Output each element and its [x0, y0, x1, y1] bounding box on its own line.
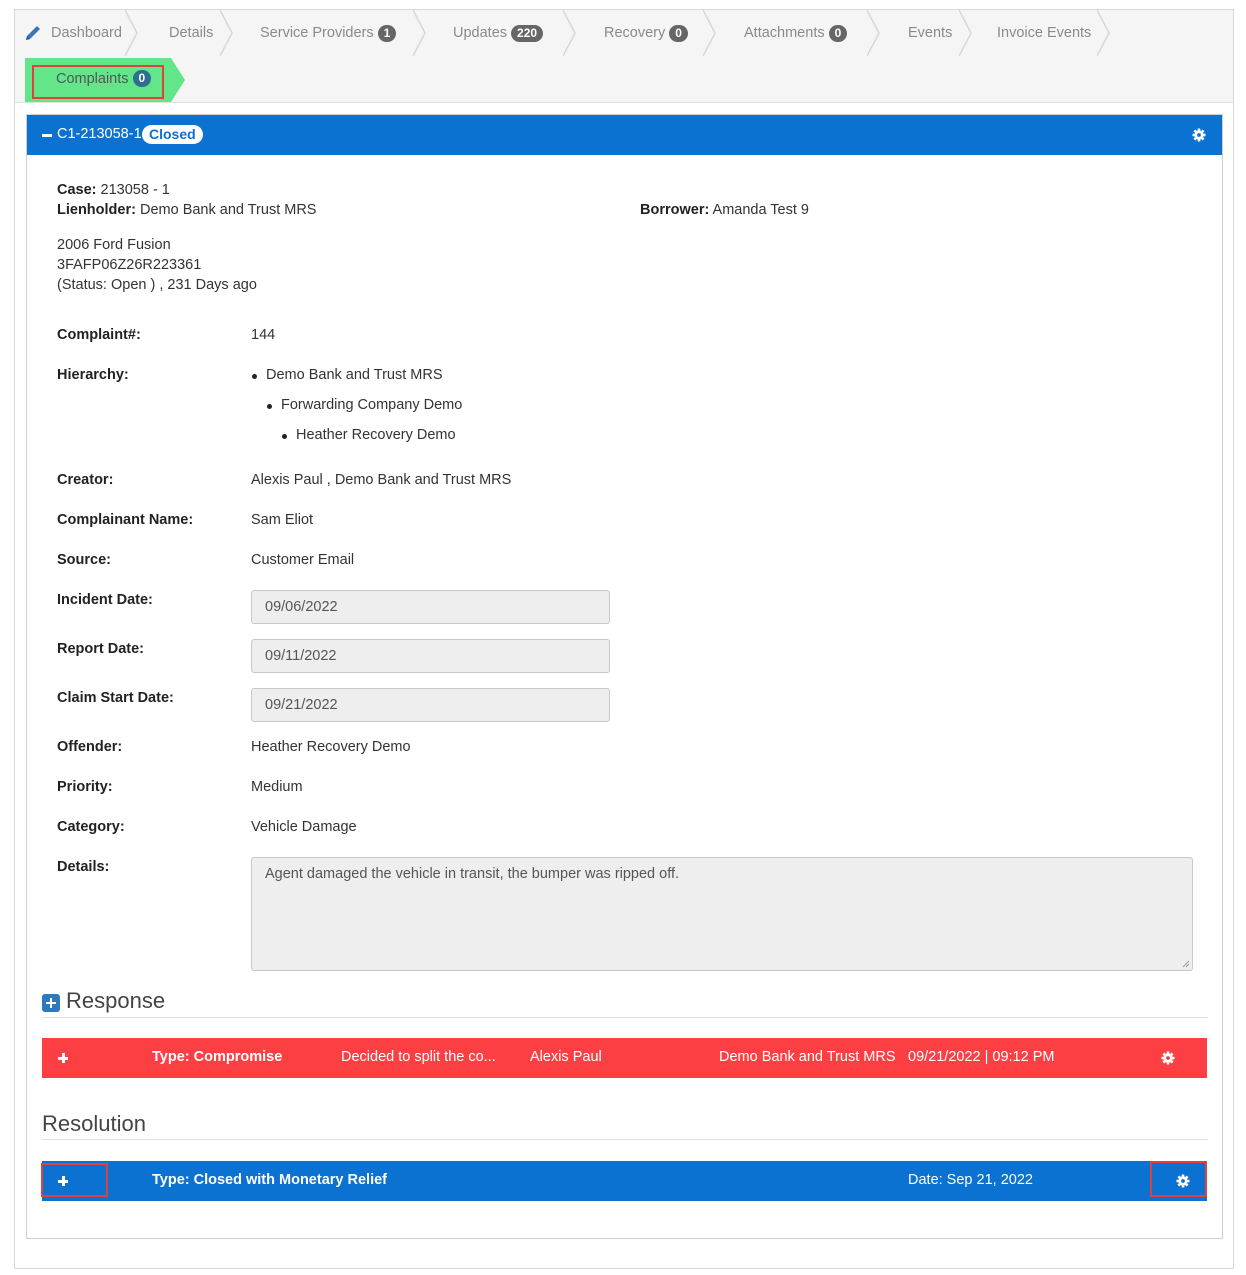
highlight-box — [41, 1163, 108, 1197]
tab-bar: Dashboard Details Service Providers 1 Up… — [15, 10, 1233, 103]
tab-updates-label: Updates — [453, 25, 508, 41]
tab-updates[interactable]: Updates 220 — [425, 10, 576, 56]
borrower-value: Amanda Test 9 — [712, 202, 809, 218]
vin-text: 3FAFP06Z26R223361 — [57, 257, 202, 273]
category-value: Vehicle Damage — [251, 819, 357, 835]
vehicle-text: 2006 Ford Fusion — [57, 237, 171, 253]
response-user: Alexis Paul — [530, 1049, 602, 1065]
creator-value: Alexis Paul , Demo Bank and Trust MRS — [251, 472, 512, 488]
tab-recovery-label: Recovery — [604, 25, 666, 41]
tab-badge: 1 — [377, 24, 397, 42]
divider — [42, 1017, 1208, 1018]
source-label: Source: — [57, 552, 111, 568]
case-label: Case: — [57, 182, 97, 198]
complaint-number-label: Complaint#: — [57, 327, 141, 343]
tab-dashboard[interactable]: Dashboard — [15, 10, 138, 56]
hierarchy-item: Heather Recovery Demo — [281, 427, 462, 457]
response-heading: Response — [66, 988, 166, 1013]
expand-response-icon[interactable] — [42, 994, 60, 1012]
resize-handle-icon[interactable] — [1182, 960, 1190, 968]
category-label: Category: — [57, 819, 125, 835]
collapse-icon[interactable] — [42, 134, 52, 137]
creator-label: Creator: — [57, 472, 114, 488]
case-line: Case: 213058 - 1 — [57, 182, 170, 198]
lienholder-line: Lienholder: Demo Bank and Trust MRS — [57, 202, 316, 218]
lienholder-value: Demo Bank and Trust MRS — [139, 202, 317, 218]
hierarchy-item: Forwarding Company Demo — [266, 397, 462, 427]
claim-start-date-field[interactable]: 09/21/2022 — [251, 688, 610, 722]
lienholder-label: Lienholder: — [57, 202, 136, 218]
complaint-panel: C1-213058-1 Closed Case: 213058 - 1 Lien… — [26, 114, 1223, 1239]
tab-recovery[interactable]: Recovery 0 — [575, 10, 716, 56]
details-label: Details: — [57, 859, 110, 875]
gear-icon[interactable] — [1161, 1051, 1175, 1065]
resolution-heading: Resolution — [42, 1111, 146, 1136]
response-type: Type: Compromise — [152, 1049, 283, 1065]
claim-start-date-label: Claim Start Date: — [57, 690, 174, 706]
source-value: Customer Email — [251, 552, 355, 568]
tab-details[interactable]: Details — [137, 10, 233, 56]
resolution-row[interactable]: Type: Closed with Monetary Relief Date: … — [41, 1161, 1207, 1201]
status-badge: Closed — [142, 125, 203, 144]
hierarchy-label: Hierarchy: — [57, 367, 129, 383]
case-status-text: (Status: Open ) , 231 Days ago — [57, 277, 257, 293]
borrower-line: Borrower: Amanda Test 9 — [640, 202, 809, 218]
complainant-label: Complainant Name: — [57, 512, 194, 528]
page-frame: Dashboard Details Service Providers 1 Up… — [14, 9, 1234, 1269]
tab-separator — [1097, 10, 1110, 56]
response-summary: Decided to split the co... — [341, 1049, 496, 1065]
tab-attachments-label: Attachments — [744, 25, 825, 41]
case-value: 213058 - 1 — [100, 182, 170, 198]
details-text: Agent damaged the vehicle in transit, th… — [265, 866, 680, 882]
tab-badge: 0 — [828, 24, 848, 42]
tab-badge: 0 — [132, 70, 152, 87]
pencil-icon — [23, 23, 43, 43]
highlight-box — [1150, 1161, 1207, 1197]
tab-complaints-label: Complaints — [56, 70, 129, 87]
borrower-label: Borrower: — [640, 202, 710, 218]
tab-events[interactable]: Events — [879, 10, 972, 56]
divider — [42, 1139, 1208, 1140]
tab-complaints-label-group: Complaints 0 — [56, 70, 152, 87]
tab-complaints[interactable]: Complaints 0 — [25, 58, 185, 102]
tab-service-providers-label: Service Providers — [260, 25, 374, 41]
tab-details-label: Details — [169, 25, 214, 41]
tab-dashboard-label: Dashboard — [51, 25, 122, 41]
hierarchy-item: Demo Bank and Trust MRS — [251, 367, 462, 397]
tab-events-label: Events — [908, 25, 953, 41]
expand-row-icon[interactable] — [58, 1053, 68, 1063]
offender-label: Offender: — [57, 739, 123, 755]
tab-attachments[interactable]: Attachments 0 — [715, 10, 880, 56]
tab-badge: 220 — [511, 24, 544, 42]
report-date-field[interactable]: 09/11/2022 — [251, 639, 610, 673]
complaint-number: 144 — [251, 327, 276, 343]
priority-label: Priority: — [57, 779, 113, 795]
complainant-value: Sam Eliot — [251, 512, 314, 528]
incident-date-field[interactable]: 09/06/2022 — [251, 590, 610, 624]
offender-value: Heather Recovery Demo — [251, 739, 411, 755]
gear-icon[interactable] — [1192, 128, 1206, 142]
response-row[interactable]: Type: Compromise Decided to split the co… — [42, 1038, 1207, 1078]
priority-value: Medium — [251, 779, 303, 795]
resolution-date: Date: Sep 21, 2022 — [908, 1172, 1033, 1188]
tab-arrow — [171, 58, 185, 102]
tab-badge: 0 — [669, 24, 688, 42]
incident-date-label: Incident Date: — [57, 592, 153, 608]
tab-invoice-events[interactable]: Invoice Events — [971, 10, 1110, 56]
response-datetime: 09/21/2022 | 09:12 PM — [908, 1049, 1055, 1065]
hierarchy-list: Demo Bank and Trust MRS Forwarding Compa… — [251, 367, 462, 457]
panel-title: C1-213058-1 — [57, 126, 142, 142]
report-date-label: Report Date: — [57, 641, 145, 657]
resolution-type: Type: Closed with Monetary Relief — [152, 1172, 387, 1188]
tab-invoice-events-label: Invoice Events — [997, 25, 1092, 41]
tab-service-providers[interactable]: Service Providers 1 — [232, 10, 426, 56]
details-textarea[interactable]: Agent damaged the vehicle in transit, th… — [251, 857, 1193, 971]
panel-header[interactable]: C1-213058-1 Closed — [27, 115, 1222, 155]
response-company: Demo Bank and Trust MRS — [719, 1049, 896, 1065]
